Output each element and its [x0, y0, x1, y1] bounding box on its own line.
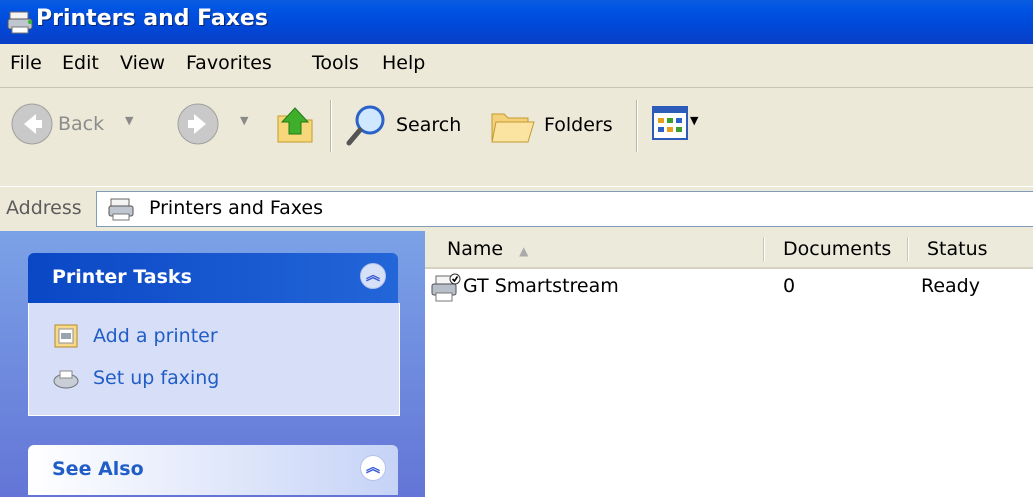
address-field[interactable]: Printers and Faxes: [96, 191, 1033, 227]
sort-ascending-icon: ▲: [519, 244, 529, 258]
fax-icon: [53, 370, 79, 389]
back-button[interactable]: Back: [10, 102, 104, 146]
set-up-faxing-link[interactable]: Set up faxing: [53, 365, 219, 391]
toolbar-separator: [636, 100, 637, 152]
column-header-documents[interactable]: Documents: [783, 231, 891, 267]
menu-edit[interactable]: Edit: [62, 52, 99, 74]
column-divider[interactable]: [763, 237, 764, 261]
add-printer-icon: [54, 324, 78, 348]
printer-status: Ready: [921, 275, 980, 297]
address-label: Address: [6, 197, 82, 219]
menu-view[interactable]: View: [120, 52, 165, 74]
add-printer-link[interactable]: Add a printer: [53, 323, 218, 349]
folders-button[interactable]: Folders: [488, 102, 613, 148]
menu-file[interactable]: File: [10, 52, 42, 74]
back-dropdown-icon[interactable]: ▼: [125, 114, 133, 127]
printer-tasks-body: Add a printer Set up faxing: [28, 303, 400, 416]
search-label: Search: [396, 114, 462, 136]
forward-arrow-icon: [177, 103, 219, 145]
menu-favorites[interactable]: Favorites: [186, 52, 272, 74]
set-up-faxing-label: Set up faxing: [93, 367, 220, 389]
column-header-status[interactable]: Status: [927, 231, 988, 267]
folders-label: Folders: [544, 114, 613, 136]
window-title: Printers and Faxes: [36, 6, 268, 31]
up-folder-icon: [277, 107, 313, 143]
menu-help[interactable]: Help: [382, 52, 425, 74]
views-button[interactable]: [652, 106, 688, 140]
printers-faxes-icon: [7, 11, 33, 34]
folders-icon: [491, 113, 535, 143]
back-arrow-icon: [11, 103, 53, 145]
views-dropdown-icon[interactable]: ▼: [690, 114, 698, 127]
default-printer-icon: [431, 273, 461, 302]
printer-row[interactable]: GT Smartstream 0 Ready: [425, 271, 1033, 305]
toolbar: Back ▼ ▼ Search Folders ▼: [0, 88, 1033, 195]
collapse-chevron-icon[interactable]: ︽: [360, 263, 386, 289]
printer-documents: 0: [783, 275, 796, 297]
up-folder-button[interactable]: [272, 102, 318, 148]
see-also-header[interactable]: See Also ︽: [28, 445, 398, 495]
toolbar-separator: [330, 100, 331, 152]
menu-bar: File Edit View Favorites Tools Help: [0, 44, 1033, 88]
views-icon: [652, 106, 688, 140]
collapse-chevron-icon[interactable]: ︽: [360, 455, 386, 481]
menu-tools[interactable]: Tools: [312, 52, 359, 74]
printers-faxes-icon: [108, 198, 134, 221]
task-pane: Printer Tasks ︽ Add a printer Set up fax…: [0, 231, 425, 497]
column-header-name[interactable]: Name ▲: [447, 231, 528, 267]
search-button[interactable]: Search: [344, 102, 461, 148]
printer-name: GT Smartstream: [463, 275, 619, 297]
column-divider[interactable]: [907, 237, 908, 261]
see-also-title: See Also: [52, 458, 144, 480]
search-icon: [346, 105, 385, 146]
forward-button[interactable]: [176, 102, 220, 146]
printer-list: Name ▲ Documents Status GT Smartstream 0…: [425, 231, 1033, 497]
printer-tasks-title: Printer Tasks: [52, 266, 192, 288]
forward-dropdown-icon[interactable]: ▼: [240, 114, 248, 127]
address-bar: Address Printers and Faxes: [0, 186, 1033, 231]
printer-tasks-header[interactable]: Printer Tasks ︽: [28, 253, 398, 303]
back-label: Back: [58, 113, 105, 135]
title-bar[interactable]: Printers and Faxes: [0, 0, 1033, 44]
add-printer-label: Add a printer: [93, 325, 218, 347]
address-value: Printers and Faxes: [149, 197, 324, 219]
column-header-bar: Name ▲ Documents Status: [425, 231, 1033, 269]
